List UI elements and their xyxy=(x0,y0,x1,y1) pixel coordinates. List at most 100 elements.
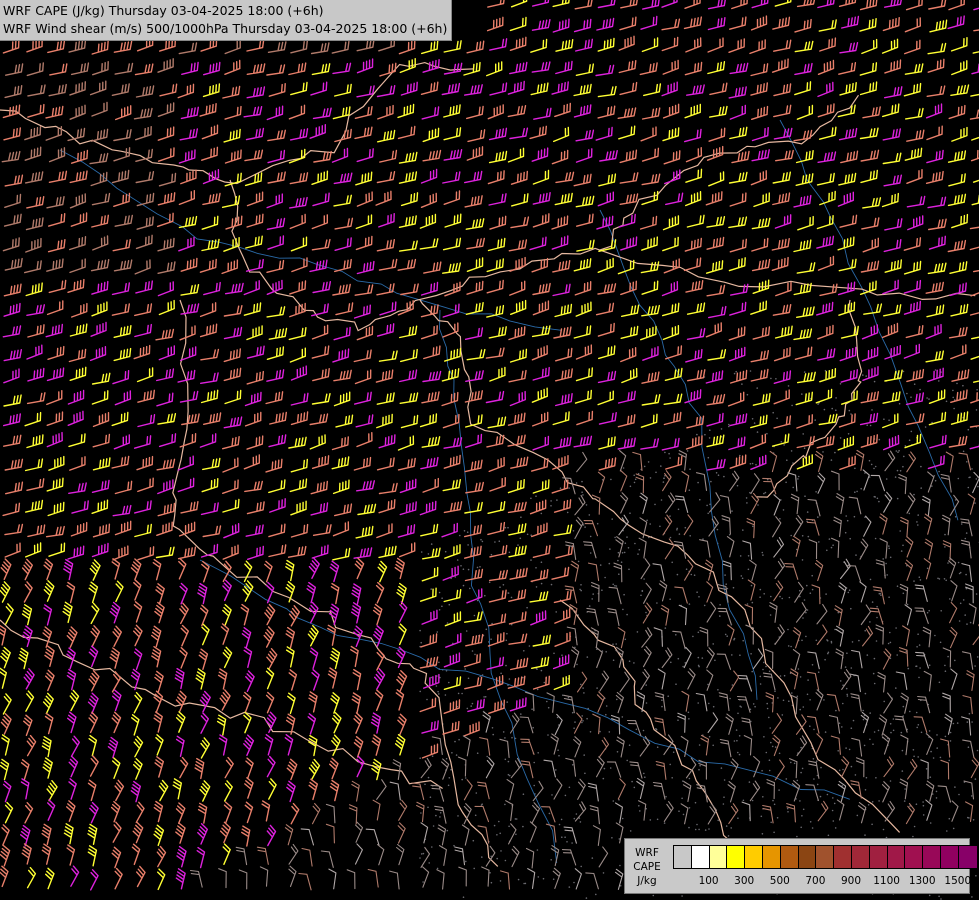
wind-barb xyxy=(531,345,548,361)
wind-barb xyxy=(923,513,933,535)
wind-barb xyxy=(419,413,438,428)
wind-barb xyxy=(597,0,616,9)
wind-barb xyxy=(25,237,42,253)
wind-barb xyxy=(529,591,549,603)
wind-barb xyxy=(421,743,439,759)
wind-barb xyxy=(151,625,162,648)
wind-barb xyxy=(91,192,111,206)
wind-barb xyxy=(477,825,490,844)
wind-barb xyxy=(379,301,397,316)
wind-barb xyxy=(90,602,100,625)
wind-barb xyxy=(529,499,547,515)
wind-barb xyxy=(329,757,339,780)
wind-barb xyxy=(750,82,768,96)
wind-barb xyxy=(926,85,946,97)
wind-barb xyxy=(838,0,857,7)
wind-barb xyxy=(265,711,277,734)
wind-barb xyxy=(331,734,341,756)
map-title-line-1: WRF CAPE (J/kg) Thursday 03-04-2025 18:0… xyxy=(3,3,324,18)
wind-barb xyxy=(529,821,537,843)
wind-barb xyxy=(203,61,221,76)
wind-barb xyxy=(309,413,329,426)
wind-barb xyxy=(136,216,154,230)
wind-barb xyxy=(828,715,841,734)
wind-barb xyxy=(663,801,674,822)
wind-barb xyxy=(508,545,527,558)
wind-barb xyxy=(796,0,816,8)
wind-barb xyxy=(311,238,331,251)
wind-barb xyxy=(553,590,572,604)
wind-barb xyxy=(4,542,21,558)
wind-barb xyxy=(750,454,767,470)
wind-barb xyxy=(464,195,483,208)
wind-barb xyxy=(268,327,288,340)
wind-barb xyxy=(133,758,143,780)
wind-barb xyxy=(685,191,702,207)
wind-barb xyxy=(266,193,283,209)
wind-barb xyxy=(135,280,153,294)
wind-barb xyxy=(655,760,667,780)
wind-barb xyxy=(615,691,624,714)
wind-barb xyxy=(510,657,529,671)
wind-barb xyxy=(420,523,439,537)
wind-barb xyxy=(922,495,931,517)
wind-barb xyxy=(705,322,722,338)
wind-barb xyxy=(860,260,880,273)
wind-barb xyxy=(245,524,264,537)
wind-barb xyxy=(199,780,211,802)
wind-barb xyxy=(914,584,928,602)
wind-barb xyxy=(67,127,86,142)
wind-barb xyxy=(746,517,756,539)
wind-barb xyxy=(819,37,837,52)
wind-barb xyxy=(3,213,22,227)
wind-barb xyxy=(507,105,527,118)
wind-barb xyxy=(464,568,484,582)
legend-unit: J/kg xyxy=(637,875,657,887)
wind-barb xyxy=(356,38,375,52)
wind-barb xyxy=(238,869,248,890)
wind-barb xyxy=(617,259,635,275)
wind-barb xyxy=(356,755,365,778)
wind-barb xyxy=(309,434,326,450)
wind-barb xyxy=(749,39,766,55)
wind-barb xyxy=(762,477,777,495)
wind-barb xyxy=(389,870,400,890)
wind-barb xyxy=(135,234,153,250)
wind-barb xyxy=(89,559,101,581)
wind-barb xyxy=(200,543,219,558)
wind-barb xyxy=(246,63,266,75)
wind-barb xyxy=(486,16,504,32)
legend-swatch xyxy=(762,846,781,868)
wind-barb xyxy=(774,325,793,339)
wind-barb xyxy=(311,455,330,469)
wind-barb xyxy=(464,501,483,514)
wind-barb xyxy=(589,805,600,825)
wind-barb xyxy=(862,625,874,647)
wind-barb xyxy=(350,645,359,668)
wind-barb xyxy=(737,674,753,692)
wind-barb xyxy=(25,282,43,297)
wind-barb xyxy=(441,522,458,538)
wind-barb xyxy=(969,109,979,120)
wind-barb xyxy=(308,758,321,781)
wind-barb xyxy=(815,388,833,404)
wind-barb xyxy=(464,84,483,96)
wind-barb xyxy=(531,656,550,669)
wind-barb xyxy=(629,761,643,779)
wind-barb xyxy=(134,259,151,275)
wind-barb xyxy=(41,843,52,865)
wind-barb xyxy=(774,759,785,781)
wind-barb xyxy=(950,37,968,52)
wind-barb xyxy=(841,15,860,29)
wind-barb xyxy=(111,455,130,469)
wind-barb xyxy=(750,63,769,77)
wind-barb xyxy=(287,545,307,558)
wind-barb xyxy=(925,170,944,184)
wind-barb xyxy=(285,646,295,668)
wind-barb xyxy=(878,714,888,736)
wind-barb xyxy=(356,191,373,207)
wind-barb xyxy=(259,866,269,887)
wind-barb xyxy=(509,16,527,32)
wind-barb xyxy=(443,676,462,690)
wind-barb xyxy=(597,257,614,273)
